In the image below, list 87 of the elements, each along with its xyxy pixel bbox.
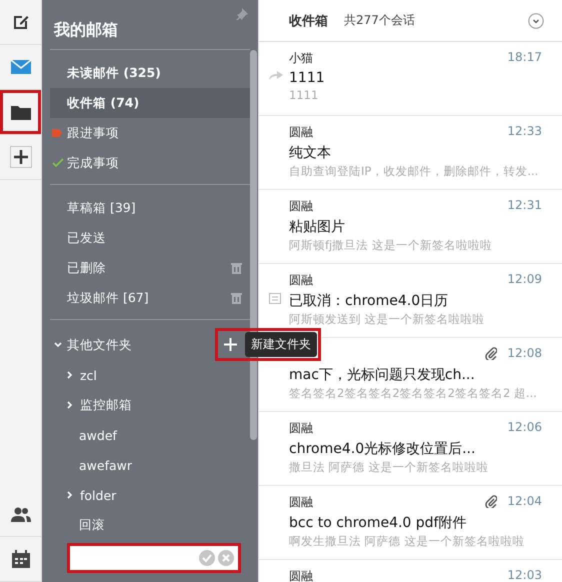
- mail-time: 12:08: [507, 346, 542, 360]
- mail-row[interactable]: 圆融 粘贴图片 阿斯顿fj撒旦法 这是一个新签名啦啦啦 12:31: [259, 190, 562, 264]
- mail-row[interactable]: 圆融 chrome4.0光标修改位置后... 撒旦法 阿萨德 这是一个新签名啦啦啦 12:06: [259, 412, 562, 486]
- mail-row[interactable]: 圆融 12:03: [259, 560, 562, 582]
- mail-time: 12:06: [507, 420, 542, 434]
- mailbox-item[interactable]: 完成事项: [50, 148, 250, 178]
- mail-time: 12:03: [507, 568, 542, 582]
- sender-name: 小猫: [289, 50, 313, 67]
- sender-name: 圆融: [289, 568, 313, 582]
- mailbox-item[interactable]: 收件箱 (74): [50, 88, 250, 118]
- forward-icon: [269, 70, 283, 80]
- subfolder-label: 回滚: [79, 516, 105, 534]
- dropdown-icon[interactable]: [528, 12, 544, 28]
- subfolder-item[interactable]: awefawr: [50, 450, 250, 480]
- chevron-icon[interactable]: [54, 341, 62, 349]
- flag-icon: [52, 129, 62, 137]
- chevron-icon[interactable]: [66, 371, 74, 379]
- chevron-icon[interactable]: [66, 401, 74, 409]
- mail-subject: chrome4.0光标修改位置后...: [289, 440, 476, 458]
- folder-label: 未读邮件 (325): [67, 64, 161, 82]
- mailbox-item[interactable]: 垃圾邮件 [67]: [50, 283, 250, 313]
- folder-label: 已发送: [67, 230, 106, 246]
- calendar-icon: [269, 292, 281, 304]
- subfolder-item[interactable]: folder: [50, 480, 250, 510]
- mail-subject: mac下，光标问题只发现ch...: [289, 366, 475, 384]
- sender-name: 圆融: [289, 124, 313, 141]
- folder-label: 草稿箱 [39]: [67, 200, 136, 216]
- subfolder-item[interactable]: 回滚: [50, 510, 250, 540]
- mail-icon: [10, 60, 30, 74]
- mail-subject: 已取消：chrome4.0日历: [289, 292, 448, 310]
- sender-name: 圆融: [289, 198, 313, 215]
- mail-preview: 啊发生撒旦法 阿萨德 这是一个新签名啦啦啦: [289, 534, 524, 549]
- folder-group-label[interactable]: 其他文件夹: [67, 336, 132, 354]
- mail-preview: 签名签名2签名签名2签名签名2签名签名2 超...: [289, 386, 537, 401]
- subfolder-label: folder: [80, 488, 116, 502]
- mailbox-item[interactable]: 已发送: [50, 223, 250, 253]
- mail-preview: 自助查询登陆IP，收发邮件，删除邮件，转发...: [289, 164, 538, 179]
- mail-row[interactable]: 圆融 纯文本 自助查询登陆IP，收发邮件，删除邮件，转发... 12:33: [259, 116, 562, 190]
- sender-name: 圆融: [289, 272, 313, 289]
- mail-subject: 纯文本: [289, 144, 331, 162]
- calendar-icon: [12, 550, 30, 568]
- mail-time: 12:33: [507, 124, 542, 138]
- mail-subject: bcc to chrome4.0 pdf附件: [289, 514, 466, 532]
- mail-preview: 撒旦法 阿萨德 这是一个新签名啦啦啦: [289, 460, 488, 475]
- mail-time: 18:17: [507, 50, 542, 64]
- subfolder-label: zcl: [80, 368, 97, 382]
- folder-label: 垃圾邮件 [67]: [67, 290, 149, 306]
- mail-preview: 阿斯顿发送到 这是一个新签名啦啦啦: [289, 312, 485, 327]
- sidebar-title: 我的邮箱: [50, 0, 250, 50]
- mailbox-item[interactable]: 草稿箱 [39]: [50, 193, 250, 223]
- mail-subject: 1111: [289, 70, 325, 86]
- subfolder-label: awdef: [79, 428, 117, 442]
- mailbox-item[interactable]: 未读邮件 (325): [50, 58, 250, 88]
- folder-label: 已删除: [67, 260, 106, 276]
- conversation-count: 共277个会话: [344, 12, 416, 29]
- add-icon: [10, 146, 32, 168]
- folder-label: 收件箱 (74): [67, 94, 140, 112]
- chevron-icon[interactable]: [66, 491, 74, 499]
- mail-time: 12:09: [507, 272, 542, 286]
- folder-button[interactable]: [0, 90, 41, 135]
- mail-subject: 粘贴图片: [289, 218, 345, 236]
- subfolder-label: awefawr: [79, 458, 132, 472]
- tooltip: 新建文件夹: [245, 332, 317, 357]
- sender-name: 圆融: [289, 420, 313, 437]
- subfolder-item[interactable]: awdef: [50, 420, 250, 450]
- folder-label: 完成事项: [67, 154, 119, 172]
- subfolder-item[interactable]: zcl: [50, 360, 250, 390]
- subfolder-label: 监控邮箱: [80, 396, 132, 414]
- mail-row[interactable]: 小猫 1111 1111 18:17: [259, 42, 562, 116]
- mail-row[interactable]: 圆融 已取消：chrome4.0日历 阿斯顿发送到 这是一个新签名啦啦啦 12:09: [259, 264, 562, 338]
- mail-time: 12:04: [507, 494, 542, 508]
- mail-time: 12:31: [507, 198, 542, 212]
- add-folder-button[interactable]: [222, 338, 239, 351]
- mail-row[interactable]: 圆融 bcc to chrome4.0 pdf附件 啊发生撒旦法 阿萨德 这是一个新签名啦啦啦 12:04: [259, 486, 562, 560]
- contacts-icon: [10, 506, 30, 522]
- compose-icon: [12, 13, 30, 31]
- mail-preview: 阿斯顿fj撒旦法 这是一个新签名啦啦啦: [289, 238, 492, 253]
- mailbox-item[interactable]: 已删除: [50, 253, 250, 283]
- mail-preview: 1111: [289, 88, 318, 102]
- mailbox-item[interactable]: 跟进事项: [50, 118, 250, 148]
- list-title: 收件箱: [289, 12, 328, 30]
- subfolder-item[interactable]: 监控邮箱: [50, 390, 250, 420]
- sender-name: 圆融: [289, 494, 313, 511]
- check-icon: [52, 158, 64, 168]
- plus-icon: [224, 338, 237, 351]
- folder-label: 跟进事项: [67, 124, 119, 142]
- folder-icon: [10, 104, 30, 120]
